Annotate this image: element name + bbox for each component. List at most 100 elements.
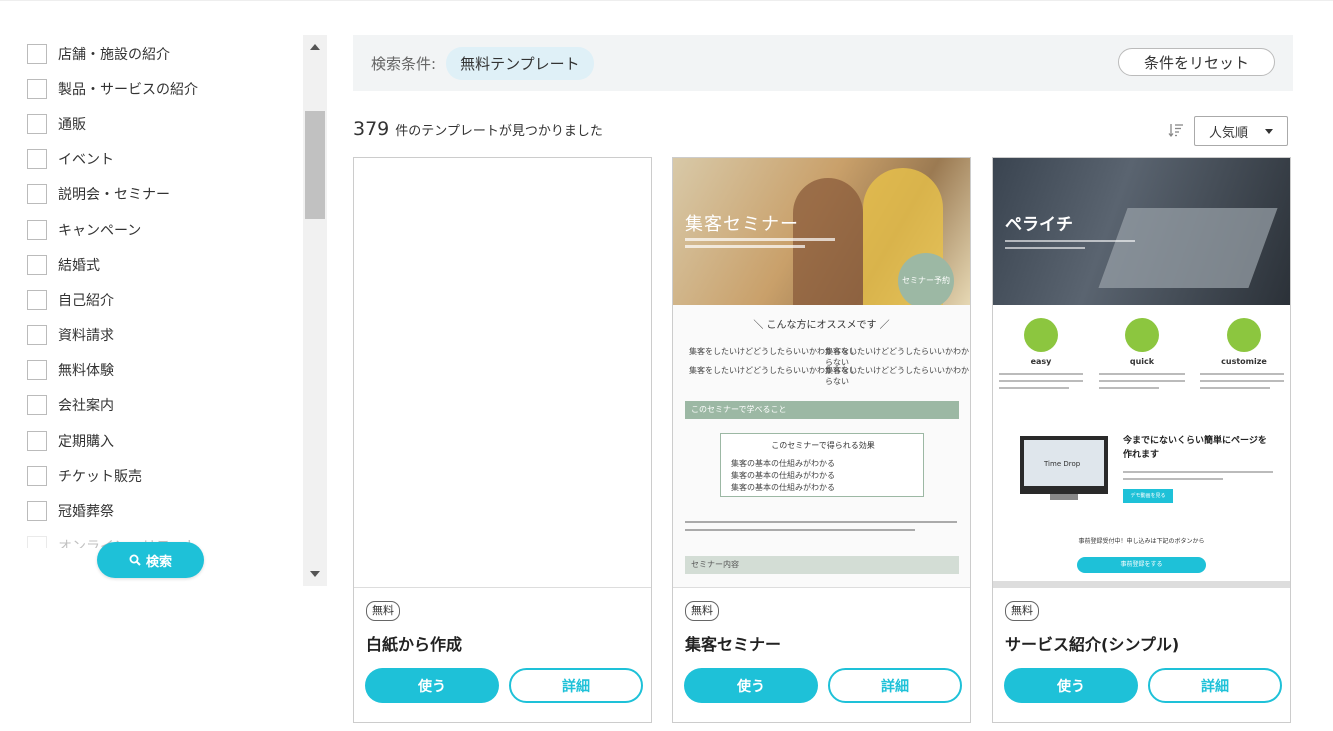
category-item[interactable]: 製品・サービスの紹介 (27, 71, 297, 106)
category-label: 店舗・施設の紹介 (58, 46, 170, 63)
thumb-box: このセミナーで得られる効果 集客の基本の仕組みがわかる 集客の基本の仕組みがわか… (720, 433, 924, 497)
category-item[interactable]: 結婚式 (27, 247, 297, 282)
category-item[interactable]: 冠婚葬祭 (27, 493, 297, 528)
monitor-stand (1050, 494, 1078, 500)
category-checkbox[interactable] (27, 325, 47, 346)
free-badge: 無料 (1005, 601, 1039, 621)
screen-text: Time Drop (1044, 460, 1081, 468)
card-title: 集客セミナー (685, 635, 782, 654)
reset-filters-button[interactable]: 条件をリセット (1118, 48, 1275, 76)
category-checkbox[interactable] (27, 43, 47, 64)
category-checkbox[interactable] (27, 184, 47, 205)
scroll-up-button[interactable] (303, 35, 327, 59)
category-label: 説明会・セミナー (58, 187, 170, 204)
category-label: 冠婚葬祭 (58, 504, 114, 521)
category-checkbox[interactable] (27, 465, 47, 486)
thumb-title: ペライチ (1005, 215, 1073, 235)
thumb-register-button: 事前登録をする (1077, 557, 1206, 573)
thumb-band: このセミナーで学べること (685, 401, 959, 419)
text-line (1005, 240, 1135, 242)
feature-label: customize (1221, 357, 1267, 366)
hero-person (793, 178, 863, 305)
laptop-image (1098, 208, 1278, 288)
thumb-demo-button: デモ動画を見る (1123, 489, 1173, 503)
filter-chip[interactable]: 無料テンプレート (446, 46, 594, 80)
feature-label: quick (1129, 357, 1155, 366)
text-line (1200, 373, 1284, 375)
scroll-thumb[interactable] (305, 111, 325, 219)
chevron-down-icon (1265, 129, 1273, 134)
gear-icon (1227, 318, 1261, 352)
result-number: 379 (353, 118, 390, 140)
category-label: 無料体験 (58, 363, 114, 380)
text-line (1099, 373, 1185, 375)
text-line (999, 373, 1083, 375)
thumb-reserve-circle: セミナー予約 (898, 253, 954, 309)
category-item[interactable]: 自己紹介 (27, 282, 297, 317)
category-item[interactable]: チケット販売 (27, 458, 297, 493)
category-scrollbar[interactable] (303, 35, 327, 586)
category-label: 自己紹介 (58, 292, 114, 309)
category-item[interactable]: イベント (27, 142, 297, 177)
check-item: 集客をしたいけどどうしたらいいかわからない (825, 366, 969, 386)
text-line (1005, 247, 1085, 249)
sort-dropdown[interactable]: 人気順 (1194, 116, 1288, 146)
category-item[interactable]: 説明会・セミナー (27, 177, 297, 212)
category-checkbox[interactable] (27, 360, 47, 381)
check-item: 集客の基本の仕組みがわかる (731, 471, 835, 480)
template-thumbnail-seminar[interactable]: 集客セミナー セミナー予約 ＼ こんな方にオススメです ／ 集客をしたいけどどう… (673, 158, 970, 588)
search-icon (129, 554, 141, 566)
category-checkbox[interactable] (27, 149, 47, 170)
card-title: 白紙から作成 (366, 635, 463, 654)
text-line (685, 238, 835, 241)
category-checkbox[interactable] (27, 289, 47, 310)
monitor-screen: Time Drop (1024, 440, 1104, 486)
text-line (685, 529, 915, 531)
text-line (1099, 380, 1185, 382)
sort-selected: 人気順 (1209, 125, 1249, 141)
category-item[interactable]: 通販 (27, 106, 297, 141)
result-text: 件のテンプレートが見つかりました (395, 124, 603, 139)
use-button[interactable]: 使う (1004, 668, 1138, 703)
category-item[interactable]: 店舗・施設の紹介 (27, 36, 297, 71)
category-sidebar: 店舗・施設の紹介製品・サービスの紹介通販イベント説明会・セミナー キャンペーン結婚… (0, 0, 330, 590)
category-checkbox[interactable] (27, 395, 47, 416)
category-item[interactable]: 資料請求 (27, 318, 297, 353)
category-label: イベント (58, 152, 114, 169)
use-button[interactable]: 使う (365, 668, 499, 703)
detail-button[interactable]: 詳細 (509, 668, 643, 703)
category-item[interactable]: キャンペーン (27, 212, 297, 247)
template-card[interactable]: 集客セミナー セミナー予約 ＼ こんな方にオススメです ／ 集客をしたいけどどう… (672, 157, 971, 723)
category-item[interactable]: 無料体験 (27, 353, 297, 388)
category-checkbox[interactable] (27, 78, 47, 99)
sort-icon[interactable] (1168, 122, 1184, 138)
category-label: 定期購入 (58, 433, 114, 450)
category-checkbox[interactable] (27, 501, 47, 522)
text-line (1200, 387, 1270, 389)
thumb-title: 集客セミナー (685, 214, 799, 235)
category-checkbox[interactable] (27, 536, 47, 548)
category-checkbox[interactable] (27, 219, 47, 240)
template-thumbnail-service[interactable]: ペライチ easy quick customize Time Drop 今までに… (993, 158, 1290, 588)
thumbs-up-icon (1024, 318, 1058, 352)
category-item[interactable]: 定期購入 (27, 423, 297, 458)
category-label: キャンペーン (58, 222, 142, 239)
search-button[interactable]: 検索 (97, 542, 204, 578)
category-checkbox[interactable] (27, 430, 47, 451)
search-button-label: 検索 (145, 553, 172, 569)
result-count: 379 件のテンプレートが見つかりました (353, 118, 603, 140)
category-checkbox[interactable] (27, 254, 47, 275)
text-line (1200, 380, 1284, 382)
scroll-down-button[interactable] (303, 562, 327, 586)
check-item: 集客の基本の仕組みがわかる (731, 483, 835, 492)
use-button[interactable]: 使う (684, 668, 818, 703)
template-card[interactable]: 無料 白紙から作成 使う 詳細 (353, 157, 652, 723)
template-thumbnail-blank[interactable] (354, 158, 651, 588)
category-label: 製品・サービスの紹介 (58, 81, 198, 98)
filter-bar: 検索条件: 無料テンプレート 条件をリセット (353, 35, 1293, 91)
category-checkbox[interactable] (27, 113, 47, 134)
detail-button[interactable]: 詳細 (1148, 668, 1282, 703)
category-item[interactable]: 会社案内 (27, 388, 297, 423)
template-card[interactable]: ペライチ easy quick customize Time Drop 今までに… (992, 157, 1291, 723)
detail-button[interactable]: 詳細 (828, 668, 962, 703)
